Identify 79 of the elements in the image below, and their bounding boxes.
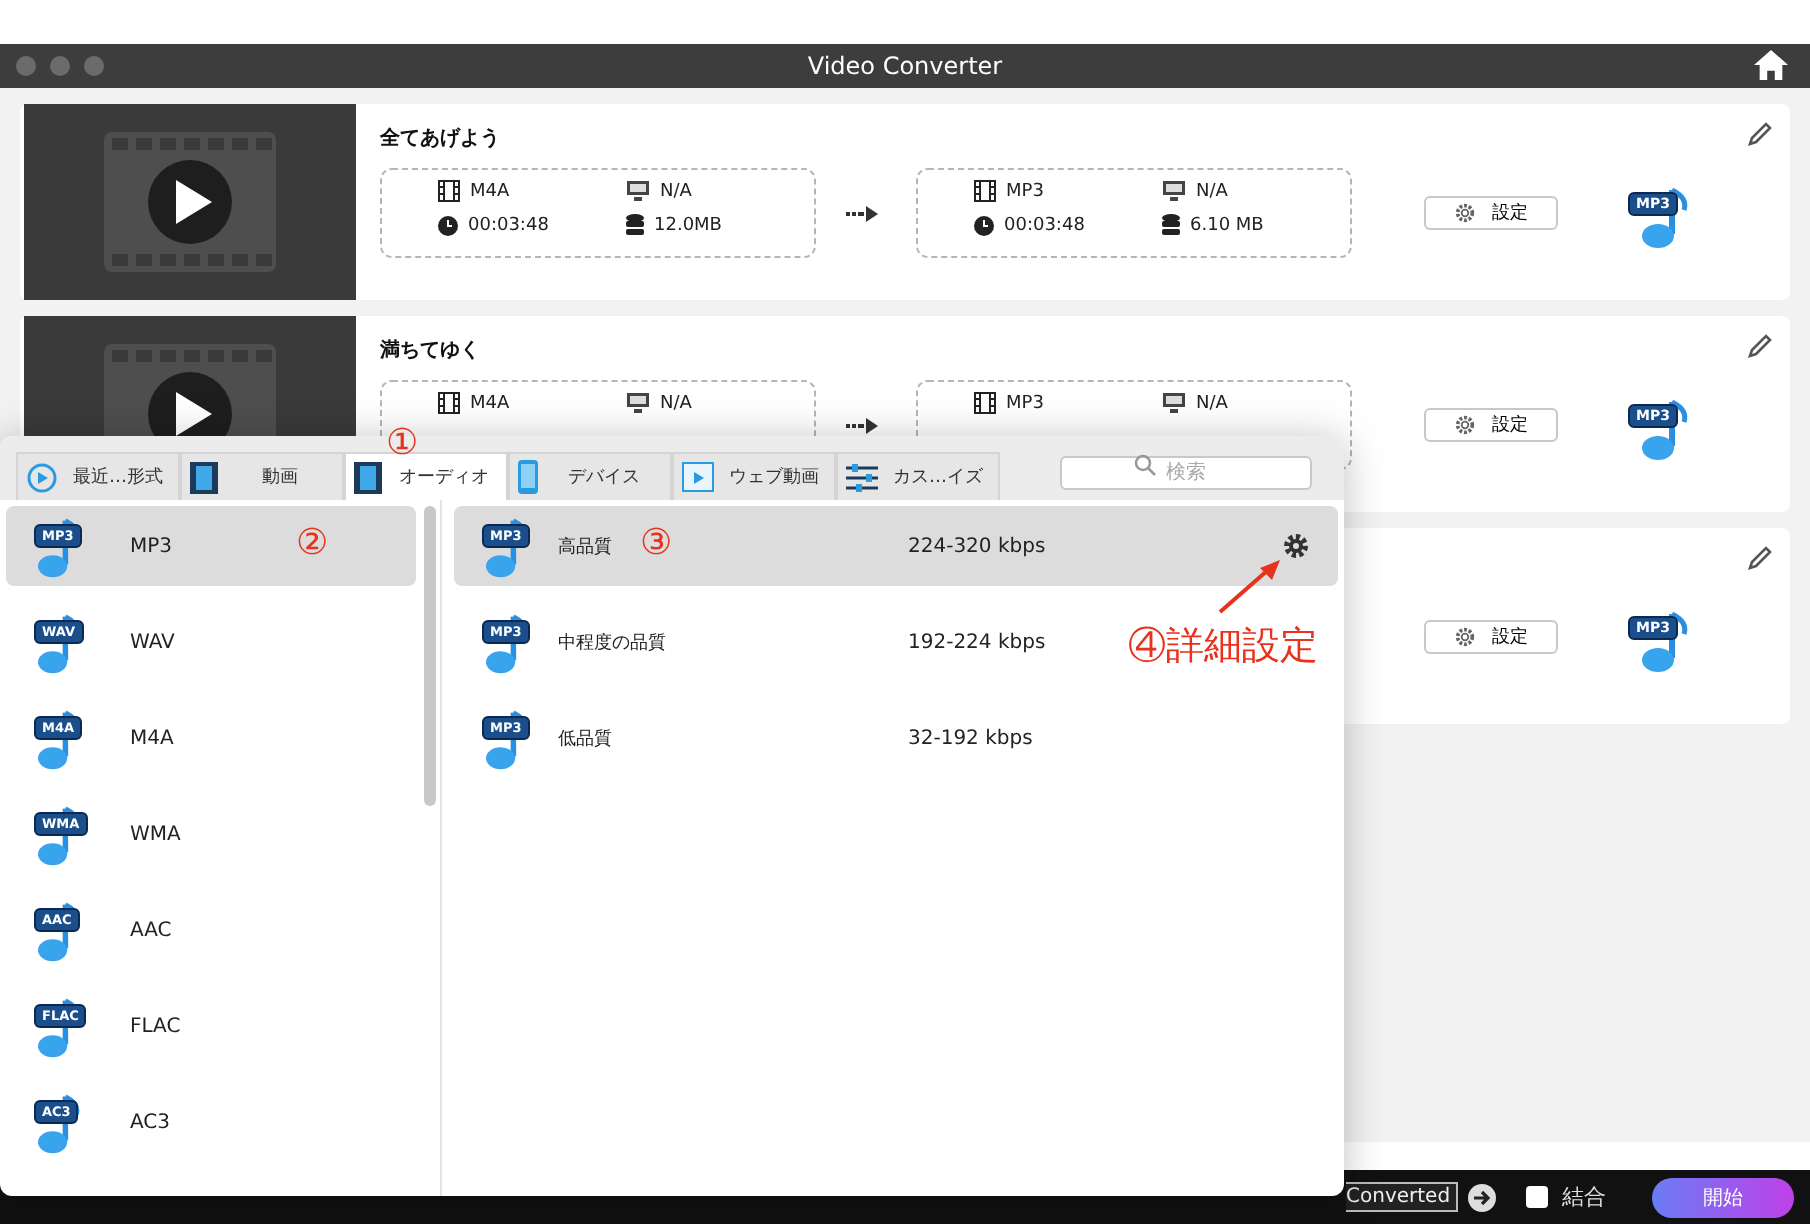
settings-button[interactable]: 設定 (1424, 408, 1558, 442)
film-play-icon (104, 132, 276, 272)
music-note-icon (38, 612, 80, 676)
resolution-text: N/A (1196, 181, 1228, 201)
bitrate-text: 192-224 kbps (908, 631, 1046, 653)
quality-name: 中程度の品質 (558, 633, 666, 653)
bitrate-text: 224-320 kbps (908, 535, 1046, 557)
format-text: MP3 (1006, 393, 1044, 413)
monitor-icon (1162, 392, 1186, 414)
gear-icon (1454, 202, 1476, 224)
resolution-text: N/A (660, 393, 692, 413)
film-icon (438, 180, 460, 202)
music-note-icon (38, 900, 80, 964)
bitrate-text: 32-192 kbps (908, 727, 1033, 749)
pencil-icon[interactable] (1746, 544, 1774, 572)
format-text: M4A (470, 181, 510, 201)
arrow-right-icon[interactable] (1468, 1183, 1497, 1211)
annotation-label: ② (296, 520, 328, 564)
film-icon (974, 180, 996, 202)
format-tab[interactable]: ウェブ動画 (672, 452, 836, 500)
format-text: M4A (470, 393, 510, 413)
music-note-icon (38, 516, 80, 580)
gear-icon (1454, 626, 1476, 648)
size-text: 12.0MB (654, 215, 722, 235)
monitor-icon (626, 392, 650, 414)
resolution-text: N/A (660, 181, 692, 201)
music-note-icon (486, 708, 528, 772)
duration-text: 00:03:48 (468, 215, 549, 235)
format-tab[interactable]: カス…イズ (836, 452, 1000, 500)
window-title: Video Converter (807, 52, 1003, 80)
music-note-icon (38, 996, 80, 1060)
settings-button[interactable]: 設定 (1424, 196, 1558, 230)
merge-label: 結合 (1562, 1182, 1606, 1212)
monitor-icon (626, 180, 650, 202)
format-tab[interactable]: オーディオ (344, 452, 508, 500)
gear-icon (1454, 414, 1476, 436)
film-icon (974, 392, 996, 414)
phone-icon (518, 460, 538, 494)
sliders-icon (846, 463, 878, 491)
film-icon (190, 461, 218, 493)
clock-icon (974, 215, 994, 235)
annotation-arrow (1216, 556, 1284, 616)
format-tab[interactable]: 最近…形式 (16, 452, 180, 500)
quality-name: 低品質 (558, 729, 612, 749)
database-icon (626, 214, 644, 236)
format-tab[interactable]: 動画 (180, 452, 344, 500)
search-field[interactable]: 検索 (1060, 456, 1312, 490)
video-window-icon (682, 462, 714, 492)
database-icon (1162, 214, 1180, 236)
arrow-icon (846, 417, 878, 433)
music-note-icon (38, 708, 80, 772)
arrow-icon (846, 205, 878, 221)
pencil-icon[interactable] (1746, 332, 1774, 360)
task-title: 全てあげよう (380, 128, 500, 150)
pencil-icon[interactable] (1746, 120, 1774, 148)
output-path-field[interactable]: Converted (1346, 1182, 1459, 1212)
start-button[interactable]: 開始 (1652, 1177, 1794, 1217)
settings-icon[interactable] (1282, 532, 1310, 560)
annotation-label: ③ (640, 520, 672, 564)
task-title: 満ちてゆく (380, 340, 480, 362)
film-icon (354, 461, 382, 493)
settings-button[interactable]: 設定 (1424, 620, 1558, 654)
quality-name: 高品質 (558, 537, 612, 557)
search-icon (1134, 454, 1156, 476)
home-icon[interactable] (1752, 48, 1790, 82)
resolution-text: N/A (1196, 393, 1228, 413)
duration-text: 00:03:48 (1004, 215, 1085, 235)
format-text: MP3 (1006, 181, 1044, 201)
music-note-icon (486, 516, 528, 580)
clock-icon (438, 215, 458, 235)
monitor-icon (1162, 180, 1186, 202)
size-text: 6.10 MB (1190, 215, 1264, 235)
annotation-label: ④詳細設定 (1128, 622, 1318, 672)
merge-checkbox[interactable] (1526, 1186, 1548, 1208)
music-note-icon (38, 1092, 80, 1156)
music-note-icon (38, 804, 80, 868)
film-icon (438, 392, 460, 414)
format-tab[interactable]: デバイス (508, 452, 672, 500)
music-note-icon (486, 612, 528, 676)
